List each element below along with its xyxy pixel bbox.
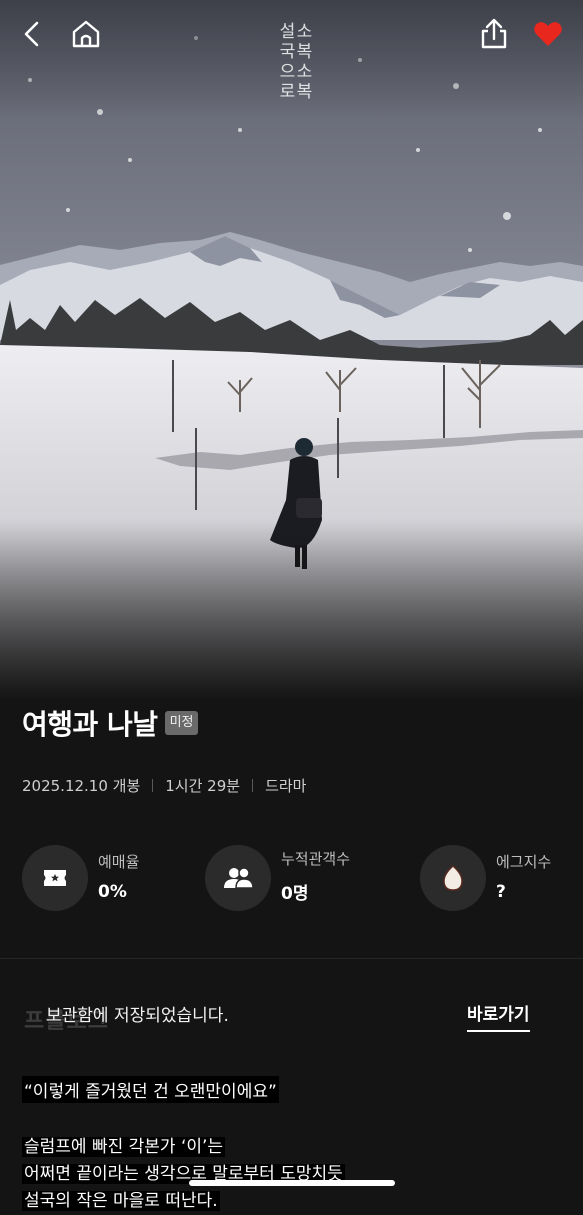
- heart-icon: [534, 22, 562, 46]
- stat-icon-circle: [22, 845, 88, 911]
- synopsis-line: 슬럼프에 빠진 각본가 ‘이’는: [22, 1137, 226, 1157]
- runtime: 1시간 29분: [165, 777, 241, 795]
- release-date: 2025.12.10 개봉: [22, 777, 141, 795]
- stat-value: 0%: [98, 881, 127, 902]
- stat-label: 누적관객수: [281, 850, 351, 868]
- stat-audience: 누적관객수 0명: [205, 845, 350, 911]
- meta-divider: [152, 779, 154, 792]
- share-icon: [481, 18, 507, 49]
- toast-message: 보관함에 저장되었습니다.: [46, 1006, 229, 1026]
- synopsis-text: 슬럼프에 빠진 각본가 ‘이’는 어쩌면 끝이라는 생각으로 말로부터 도망치듯…: [22, 1134, 345, 1215]
- synopsis-line: 설국의 작은 마을로 떠난다.: [22, 1191, 220, 1211]
- movie-meta: 2025.12.10 개봉 1시간 29분 드라마: [22, 775, 306, 796]
- share-button[interactable]: [474, 14, 514, 54]
- stat-value: ?: [496, 881, 506, 902]
- egg-icon: [443, 864, 463, 891]
- go-to-library-link[interactable]: 바로가기: [467, 1000, 530, 1032]
- stat-label: 예매율: [98, 852, 140, 871]
- stat-icon-circle: [420, 845, 486, 911]
- section-divider: [0, 958, 583, 959]
- top-bar: [0, 0, 583, 70]
- movie-title: 여행과 나날: [22, 708, 158, 741]
- home-button[interactable]: [66, 14, 106, 54]
- rating-badge: 미정: [164, 711, 199, 735]
- home-indicator[interactable]: [189, 1180, 395, 1186]
- stat-label: 에그지수: [496, 852, 552, 871]
- like-button[interactable]: [528, 14, 568, 54]
- genre: 드라마: [265, 777, 307, 795]
- stat-reservation: 예매율 0%: [22, 845, 139, 911]
- back-button[interactable]: [12, 14, 52, 54]
- stat-value: 0명: [281, 884, 309, 904]
- ticket-icon: [44, 870, 66, 886]
- synopsis-quote: “이렇게 즐거웠던 건 오랜만이에요”: [22, 1076, 279, 1103]
- stats-row: 예매율 0% 누적관객수 0명 에그지수 ?: [0, 845, 583, 911]
- back-icon: [24, 21, 39, 47]
- people-icon: [224, 867, 254, 889]
- stat-icon-circle: [205, 845, 271, 911]
- home-icon: [72, 20, 100, 48]
- stat-egg-index: 에그지수 ?: [420, 845, 551, 911]
- meta-divider: [252, 779, 254, 792]
- title-row: 여행과 나날 미정: [22, 703, 199, 743]
